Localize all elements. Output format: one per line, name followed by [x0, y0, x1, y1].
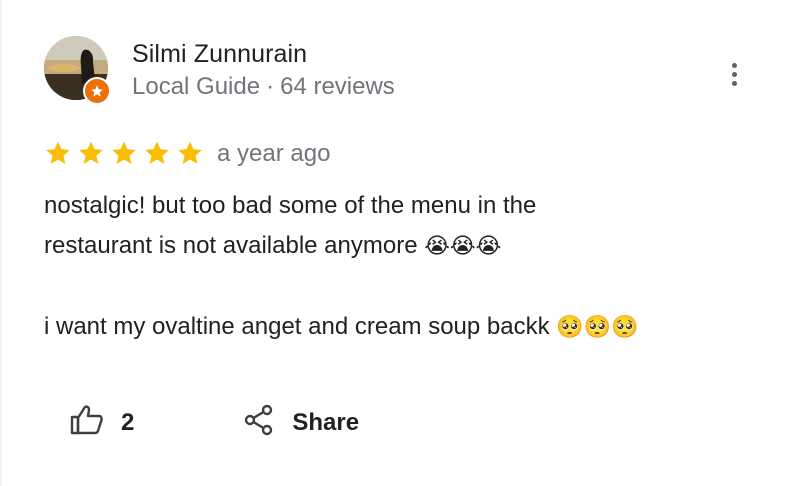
- meta-separator: ·: [266, 73, 275, 100]
- review-text: nostalgic! but too bad some of the menu …: [44, 186, 764, 348]
- star-icon: [143, 139, 171, 167]
- star-icon: [176, 139, 204, 167]
- review-line-text: restaurant is not available anymore: [44, 232, 418, 259]
- star-icon: [44, 139, 72, 167]
- local-guide-badge-icon: [83, 77, 111, 105]
- review-line: nostalgic! but too bad some of the menu …: [44, 192, 537, 219]
- author-meta: Local Guide · 64 reviews: [132, 73, 395, 101]
- crying-emoji: 😭😭😭: [424, 234, 502, 259]
- avatar[interactable]: [44, 36, 111, 105]
- review-count: 64 reviews: [280, 73, 395, 100]
- star-icon: [77, 139, 105, 167]
- pleading-emoji: 🥺🥺🥺: [556, 315, 639, 340]
- star-icon: [110, 139, 138, 167]
- share-button[interactable]: Share: [244, 404, 359, 441]
- local-guide-label: Local Guide: [132, 73, 261, 100]
- review-actions: 2 Share: [70, 404, 359, 441]
- review-time: a year ago: [217, 140, 331, 167]
- share-label: Share: [292, 408, 360, 436]
- share-icon: [244, 404, 274, 441]
- star-rating: [44, 139, 204, 167]
- divider: [0, 0, 2, 486]
- like-button[interactable]: 2: [70, 404, 134, 441]
- review-line-text: i want my ovaltine anget and cream soup …: [44, 313, 550, 340]
- thumbs-up-icon: [70, 404, 104, 441]
- more-options-icon[interactable]: [720, 56, 748, 92]
- like-count: 2: [121, 408, 135, 436]
- author-name[interactable]: Silmi Zunnurain: [132, 40, 307, 69]
- review-card: Silmi Zunnurain Local Guide · 64 reviews a…: [0, 0, 794, 486]
- review-line: restaurant is not available anymore 😭😭😭: [44, 226, 764, 267]
- review-line: i want my ovaltine anget and cream soup …: [44, 307, 764, 348]
